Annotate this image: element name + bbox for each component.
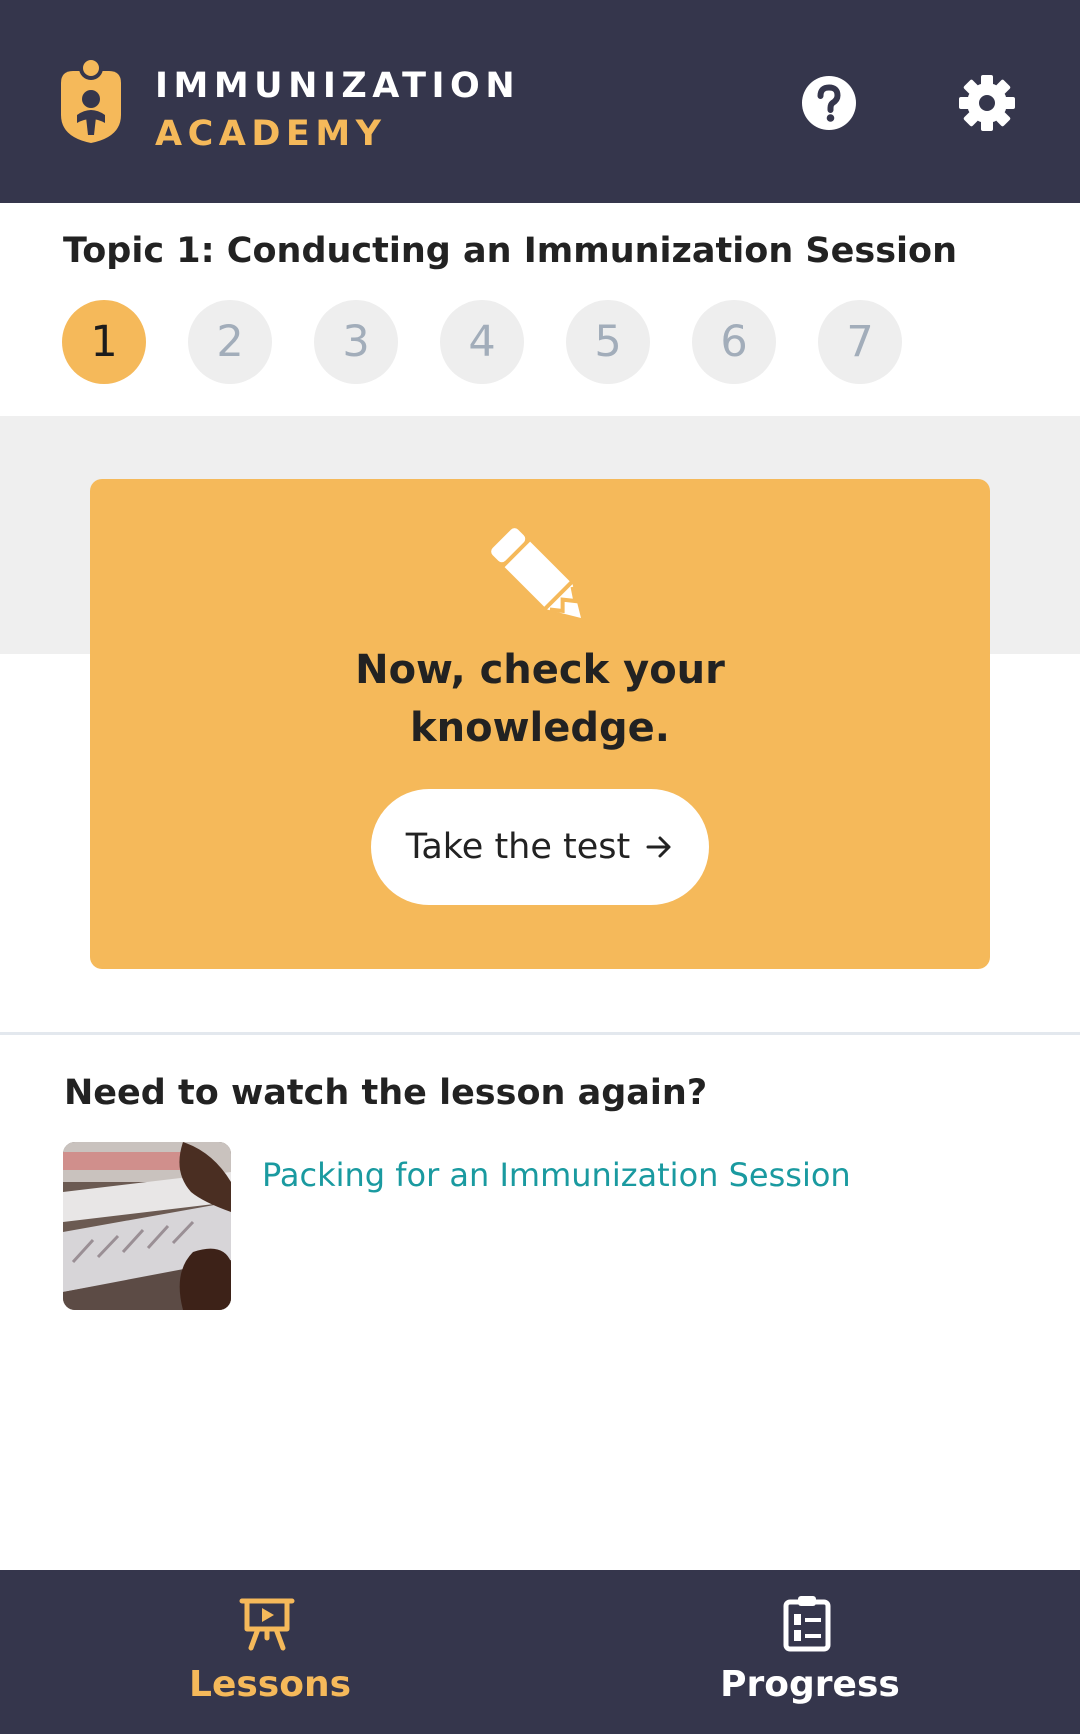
topic-title: Topic 1: Conducting an Immunization Sess…	[63, 231, 957, 271]
nav-tab-progress[interactable]: Progress	[540, 1570, 1080, 1734]
knowledge-check-card: Now, check your knowledge. Take the test	[90, 479, 990, 969]
section-divider	[0, 1032, 1080, 1035]
brand-name-line1: IMMUNIZATION	[155, 66, 521, 106]
app-header: IMMUNIZATION ACADEMY	[0, 0, 1080, 203]
knowledge-check-heading-line2: knowledge.	[410, 705, 670, 751]
gear-icon[interactable]	[958, 74, 1016, 132]
take-test-button[interactable]: Take the test	[371, 789, 709, 905]
clipboard-list-icon	[783, 1596, 831, 1652]
help-circle-icon[interactable]	[801, 75, 857, 131]
bottom-navigation: Lessons Progress	[0, 1570, 1080, 1734]
knowledge-check-heading: Now, check your knowledge.	[90, 641, 990, 757]
step-6-button[interactable]: 6	[692, 300, 776, 384]
arrow-right-icon	[646, 836, 671, 858]
step-1-button[interactable]: 1	[62, 300, 146, 384]
immunization-academy-logo-icon	[61, 57, 121, 143]
topic-step-navigator: 1 2 3 4 5 6 7	[62, 300, 962, 384]
step-5-button[interactable]: 5	[566, 300, 650, 384]
nav-tab-progress-label: Progress	[720, 1664, 900, 1705]
step-7-button[interactable]: 7	[818, 300, 902, 384]
lesson-thumbnail[interactable]	[63, 1142, 231, 1310]
knowledge-check-heading-line1: Now, check your	[355, 647, 725, 693]
take-test-label: Take the test	[405, 827, 631, 867]
nav-tab-lessons[interactable]: Lessons	[0, 1570, 540, 1734]
step-3-button[interactable]: 3	[314, 300, 398, 384]
lesson-link[interactable]: Packing for an Immunization Session	[262, 1154, 851, 1196]
brand-name-line2: ACADEMY	[155, 114, 387, 154]
presentation-icon	[239, 1598, 295, 1651]
rewatch-heading: Need to watch the lesson again?	[64, 1073, 708, 1113]
pencil-icon	[491, 528, 582, 619]
step-4-button[interactable]: 4	[440, 300, 524, 384]
nav-tab-lessons-label: Lessons	[189, 1664, 351, 1705]
step-2-button[interactable]: 2	[188, 300, 272, 384]
